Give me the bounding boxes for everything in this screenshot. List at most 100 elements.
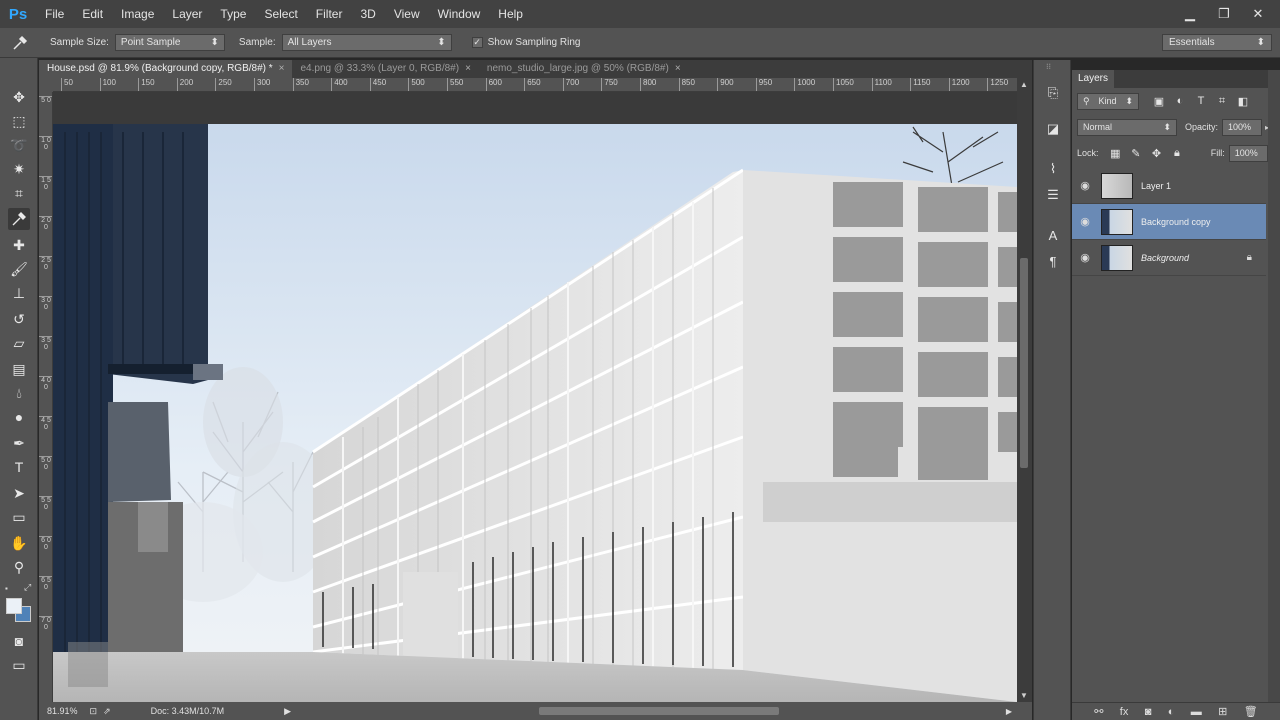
layer-name[interactable]: Layer 1 xyxy=(1141,181,1171,191)
vertical-scrollbar[interactable]: ▲ ▼ xyxy=(1017,78,1032,702)
adjustment-layer-icon[interactable]: ◐ xyxy=(1168,706,1175,718)
ruler-corner[interactable] xyxy=(39,78,53,92)
horizontal-scroll-thumb[interactable] xyxy=(539,707,779,715)
minimize-button[interactable]: ▁ xyxy=(1178,6,1202,22)
menu-help[interactable]: Help xyxy=(489,0,532,28)
export-icon[interactable]: ⇗ xyxy=(103,706,111,717)
healing-brush-tool-icon[interactable]: ✚ xyxy=(8,234,30,256)
visibility-eye-icon[interactable]: ◉ xyxy=(1072,251,1098,264)
zoom-level[interactable]: 81.91% xyxy=(47,706,78,716)
menu-window[interactable]: Window xyxy=(429,0,490,28)
eyedropper-tool-icon[interactable] xyxy=(8,208,30,230)
properties-panel-icon[interactable]: ◪ xyxy=(1042,118,1064,140)
paragraph-panel-icon[interactable]: ¶ xyxy=(1042,250,1064,272)
new-layer-icon[interactable]: ⊞ xyxy=(1218,705,1227,718)
marquee-tool-icon[interactable]: ⬚ xyxy=(8,110,30,132)
opacity-field[interactable]: 100% xyxy=(1222,118,1263,136)
tab-layers[interactable]: Layers xyxy=(1072,70,1115,88)
type-filter-icon[interactable]: T xyxy=(1193,93,1209,109)
blur-tool-icon[interactable]: 💧︎ xyxy=(8,382,30,404)
quick-mask-icon[interactable]: ◙ xyxy=(8,630,30,652)
visibility-eye-icon[interactable]: ◉ xyxy=(1072,215,1098,228)
swap-colors-icon[interactable]: ⤢ xyxy=(24,582,31,593)
adjustments-panel-icon[interactable]: ☰ xyxy=(1042,184,1064,206)
restore-button[interactable]: ❐ xyxy=(1212,6,1236,22)
brush-panel-icon[interactable]: ⌇ xyxy=(1042,158,1064,180)
scroll-up-arrow-icon[interactable]: ▲ xyxy=(1020,80,1028,89)
history-brush-tool-icon[interactable]: ↺ xyxy=(8,308,30,330)
menu-3d[interactable]: 3D xyxy=(351,0,384,28)
menu-layer[interactable]: Layer xyxy=(163,0,211,28)
delete-layer-icon[interactable]: 🗑︎ xyxy=(1244,705,1258,718)
status-menu-arrow-icon[interactable]: ▶ xyxy=(284,706,291,717)
sample-size-select[interactable]: Point Sample ⬍ xyxy=(114,34,225,51)
tab-close-icon[interactable]: × xyxy=(465,63,471,74)
shape-filter-icon[interactable]: ⌗ xyxy=(1214,93,1230,109)
layer-filter-select[interactable]: ⚲ Kind ⬍ xyxy=(1077,92,1139,110)
scroll-down-arrow-icon[interactable]: ▼ xyxy=(1020,691,1028,700)
menu-select[interactable]: Select xyxy=(255,0,306,28)
layer-row-background-copy[interactable]: ◉ Background copy xyxy=(1072,204,1266,240)
lock-pixels-icon[interactable]: ✎ xyxy=(1128,145,1144,161)
workspace-select[interactable]: Essentials ⬍ xyxy=(1162,34,1272,51)
lasso-tool-icon[interactable]: ➰ xyxy=(8,134,30,156)
blend-mode-select[interactable]: Normal ⬍ xyxy=(1077,118,1177,136)
type-tool-icon[interactable]: T xyxy=(8,456,30,478)
layer-row-layer-1[interactable]: ◉ Layer 1 xyxy=(1072,168,1266,204)
magic-wand-tool-icon[interactable]: ✷ xyxy=(8,158,30,180)
menu-filter[interactable]: Filter xyxy=(307,0,352,28)
link-layers-icon[interactable]: ⚯ xyxy=(1094,705,1103,718)
brush-tool-icon[interactable]: 🖌︎ xyxy=(8,258,30,280)
lock-all-icon[interactable]: 🔒︎ xyxy=(1169,145,1185,161)
eraser-tool-icon[interactable]: ▱ xyxy=(8,332,30,354)
move-tool-icon[interactable]: ✥ xyxy=(8,86,30,108)
layers-scrollbar[interactable] xyxy=(1268,70,1280,702)
status-icon[interactable]: ⊡ xyxy=(90,706,98,717)
show-sampling-ring-checkbox[interactable]: ✓ xyxy=(471,37,483,48)
scroll-right-arrow-icon[interactable]: ▶ xyxy=(1006,707,1012,716)
foreground-color-swatch[interactable] xyxy=(6,598,22,614)
dodge-tool-icon[interactable]: ● xyxy=(8,406,30,428)
menu-file[interactable]: File xyxy=(36,0,73,28)
clone-stamp-tool-icon[interactable]: ⊥ xyxy=(8,282,30,304)
close-button[interactable]: ✕ xyxy=(1246,6,1270,22)
layer-name[interactable]: Background copy xyxy=(1141,217,1211,227)
horizontal-ruler[interactable]: 50 100 150 200 250 300 350 400 450 500 550 600 650 70… xyxy=(53,78,1017,92)
fill-field[interactable]: 100% xyxy=(1228,144,1268,162)
path-selection-tool-icon[interactable]: ➤ xyxy=(8,482,30,504)
layer-lock-icon[interactable]: 🔒︎ xyxy=(1247,252,1252,263)
layer-style-icon[interactable]: fx xyxy=(1120,706,1129,718)
pen-tool-icon[interactable]: ✒ xyxy=(8,432,30,454)
gradient-tool-icon[interactable]: ▤ xyxy=(8,358,30,380)
tab-house-psd[interactable]: House.psd @ 81.9% (Background copy, RGB/… xyxy=(39,60,293,78)
tab-close-icon[interactable]: × xyxy=(279,63,285,74)
lock-transparent-icon[interactable]: ▦ xyxy=(1108,145,1124,161)
lock-position-icon[interactable]: ✥ xyxy=(1149,145,1165,161)
hand-tool-icon[interactable]: ✋ xyxy=(8,532,30,554)
document-canvas[interactable] xyxy=(53,92,1017,702)
menu-edit[interactable]: Edit xyxy=(73,0,112,28)
rectangle-tool-icon[interactable]: ▭ xyxy=(8,506,30,528)
crop-tool-icon[interactable]: ⌗ xyxy=(8,182,30,204)
history-panel-icon[interactable]: ⎘ xyxy=(1042,82,1064,104)
vertical-scroll-thumb[interactable] xyxy=(1020,258,1028,468)
new-group-icon[interactable]: ▬ xyxy=(1191,706,1202,718)
visibility-eye-icon[interactable]: ◉ xyxy=(1072,179,1098,192)
character-panel-icon[interactable]: A xyxy=(1042,224,1064,246)
pixel-filter-icon[interactable]: ▣ xyxy=(1151,93,1167,109)
default-colors-icon[interactable]: ▪ xyxy=(5,584,8,593)
tab-close-icon[interactable]: × xyxy=(675,63,681,74)
vertical-ruler[interactable]: 5 0 1 0 0 1 5 0 2 0 0 2 5 0 3 0 0 3 5 0 4 0 0 4 … xyxy=(39,92,53,702)
layer-name[interactable]: Background xyxy=(1141,253,1189,263)
adjustment-filter-icon[interactable]: ◐ xyxy=(1172,93,1188,109)
smart-object-filter-icon[interactable]: ◧ xyxy=(1235,93,1251,109)
menu-image[interactable]: Image xyxy=(112,0,163,28)
tab-nemo-studio[interactable]: nemo_studio_large.jpg @ 50% (RGB/8#) × xyxy=(479,60,689,78)
eyedropper-tool-preset-icon[interactable] xyxy=(0,28,40,58)
menu-type[interactable]: Type xyxy=(211,0,255,28)
zoom-tool-icon[interactable]: ⚲ xyxy=(8,556,30,578)
screen-mode-icon[interactable]: ▭ xyxy=(8,654,30,676)
add-mask-icon[interactable]: ◙ xyxy=(1145,706,1152,718)
tab-e4-png[interactable]: e4.png @ 33.3% (Layer 0, RGB/8#) × xyxy=(292,60,478,78)
layer-row-background[interactable]: ◉ Background 🔒︎ xyxy=(1072,240,1266,276)
